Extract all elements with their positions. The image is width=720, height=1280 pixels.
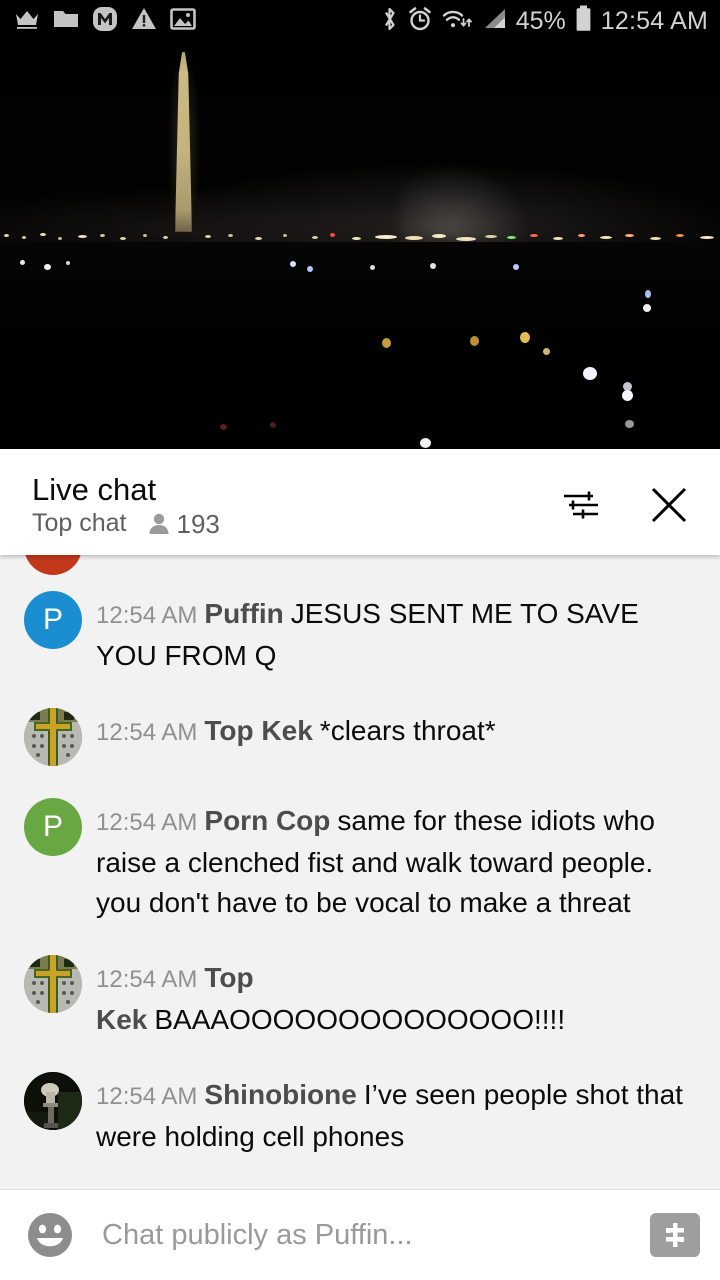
message-timestamp: 12:54 AM [96, 966, 198, 993]
live-chat-screen: 45% 12:54 AM Live chat Top chat 193 P 12… [0, 0, 720, 1280]
wifi-icon [442, 7, 472, 36]
emoji-smiley-icon[interactable] [22, 1207, 78, 1263]
viewer-count-label: 193 [176, 508, 220, 539]
knight-shield-icon [24, 708, 82, 766]
dollar-sign-icon[interactable] [650, 1213, 700, 1257]
chat-mode-label: Top chat [32, 509, 127, 537]
avatar[interactable] [24, 1072, 82, 1130]
message-author[interactable]: Shinobione [204, 1079, 356, 1110]
avatar[interactable] [24, 955, 82, 1013]
avatar-letter: P [42, 810, 63, 843]
cell-signal-icon [481, 7, 507, 36]
clipped-message-inner: with it comply [0, 555, 720, 575]
chat-header-subtitle[interactable]: Top chat 193 [32, 511, 220, 537]
page-title: Live chat [32, 471, 157, 507]
knight-shield-icon [24, 955, 82, 1013]
close-icon[interactable] [642, 478, 696, 532]
chat-header: Live chat Top chat 193 [0, 455, 720, 555]
alarm-clock-icon [407, 6, 433, 37]
video-player[interactable] [0, 42, 720, 449]
status-bar-left-icons [14, 6, 196, 37]
clock-label: 12:54 AM [600, 6, 708, 35]
message-body: 12:54 AM Porn Cop same for these idiots wh… [96, 798, 696, 923]
foreground-ground [0, 242, 720, 449]
avatar[interactable]: P [24, 591, 82, 649]
message-body: 12:54 AM Puffin JESUS SENT ME TO SAVE YOU … [96, 591, 696, 676]
message-author[interactable]: Puffin [204, 598, 283, 629]
message-text: BAAAOOOOOOOOOOOOOO!!!! [154, 1004, 566, 1035]
person-icon [148, 512, 170, 536]
lantern-photo-icon [24, 1072, 82, 1130]
sliders-icon[interactable] [554, 478, 608, 532]
message-author[interactable]: Top Kek [204, 715, 312, 746]
mega-m-icon [92, 6, 118, 37]
list-item[interactable]: with it comply [0, 555, 720, 575]
message-body: 12:54 AM Top Kek *clears throat* [96, 708, 696, 753]
bluetooth-icon [381, 6, 398, 37]
avatar[interactable] [24, 708, 82, 766]
message-text: *clears throat* [319, 715, 496, 746]
message-timestamp: 12:54 AM [96, 809, 198, 836]
status-bar: 45% 12:54 AM [0, 0, 720, 42]
table-row[interactable]: P 12:54 AMPuffinchoke Kek [0, 1173, 720, 1189]
chat-composer [0, 1189, 720, 1280]
table-row[interactable]: 12:54 AM Top Kek BAAAOOOOOOOOOOOOOO!!!! [0, 939, 720, 1056]
image-icon [170, 7, 196, 36]
chat-header-titles: Live chat Top chat 193 [32, 474, 220, 537]
city-skyline-lights [0, 228, 720, 250]
message-timestamp: 12:54 AM [96, 602, 198, 629]
warning-triangle-icon [131, 7, 157, 36]
battery-icon [575, 5, 592, 37]
chat-input[interactable] [78, 1218, 650, 1252]
message-body: with it comply [96, 555, 698, 560]
message-body: 12:54 AM Shinobione I’ve seen people shot … [96, 1072, 696, 1157]
avatar-letter: P [42, 603, 63, 636]
avatar[interactable] [24, 555, 82, 575]
battery-percent-label: 45% [515, 6, 566, 35]
message-timestamp: 12:54 AM [96, 1083, 198, 1110]
table-row[interactable]: 12:54 AM Top Kek *clears throat* [0, 692, 720, 782]
crown-icon [14, 7, 40, 36]
message-author[interactable]: Porn Cop [204, 805, 330, 836]
table-row[interactable]: P 12:54 AM Puffin JESUS SENT ME TO SAVE YO… [0, 575, 720, 692]
table-row[interactable]: 12:54 AM Shinobione I’ve seen people shot … [0, 1056, 720, 1173]
status-bar-right-icons: 45% 12:54 AM [381, 5, 708, 37]
chat-header-actions [554, 478, 702, 532]
chat-message-list[interactable]: with it comply P 12:54 AMPuffinJESUS SEN… [0, 555, 720, 1189]
avatar[interactable]: P [24, 798, 82, 856]
message-timestamp: 12:54 AM [96, 719, 198, 746]
table-row[interactable]: P 12:54 AM Porn Cop same for these idiots … [0, 782, 720, 939]
message-body: 12:54 AM Top Kek BAAAOOOOOOOOOOOOOO!!!! [96, 955, 696, 1040]
folder-icon [53, 8, 79, 35]
